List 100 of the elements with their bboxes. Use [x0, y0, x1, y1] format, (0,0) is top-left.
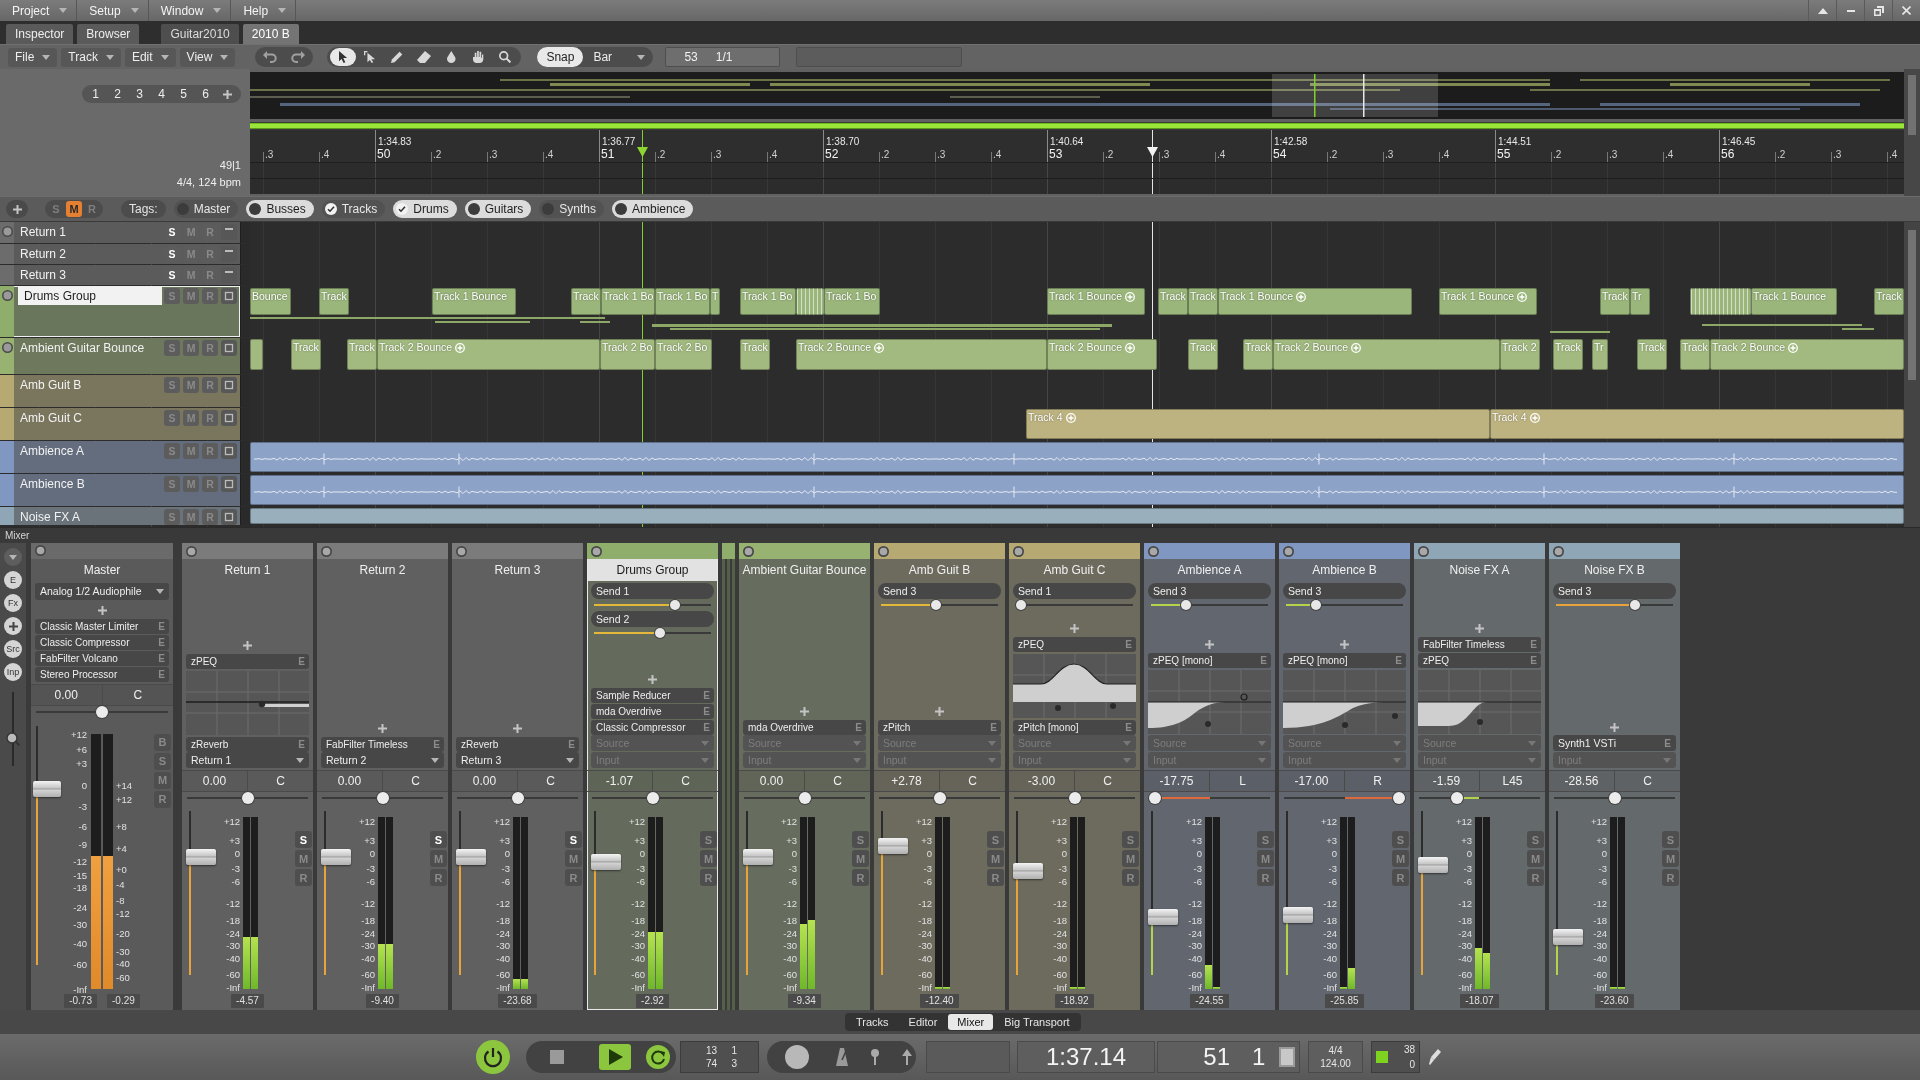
pan-knob[interactable]: [1149, 792, 1161, 804]
audio-clip[interactable]: Track: [1158, 288, 1188, 315]
audio-clip[interactable]: Track 2 Bounce: [796, 339, 1047, 370]
send-slot[interactable]: Send 1: [1013, 583, 1136, 599]
volume-value[interactable]: 0.00: [182, 771, 248, 791]
slider-knob[interactable]: [669, 600, 680, 610]
volume-fader[interactable]: [591, 811, 621, 975]
edit-button[interactable]: E: [1395, 655, 1402, 666]
audio-clip[interactable]: Track 1 Bo: [824, 288, 880, 315]
overview-minimap[interactable]: [250, 72, 1904, 119]
fader-cap[interactable]: [1013, 862, 1043, 879]
audio-clip[interactable]: Bounce: [250, 288, 291, 315]
edit-button[interactable]: E: [1530, 655, 1537, 666]
volume-fader[interactable]: [1283, 811, 1313, 975]
audio-clip[interactable]: Track 2 Bo: [655, 339, 712, 370]
audio-clip[interactable]: Track: [571, 288, 601, 315]
audio-clip[interactable]: Track: [740, 339, 770, 370]
pan-knob[interactable]: [1393, 792, 1405, 804]
record-arm-button[interactable]: R: [1527, 869, 1544, 886]
solo-button[interactable]: S: [700, 831, 717, 848]
mixer-panel-button[interactable]: Inp: [4, 663, 22, 681]
insert-slot[interactable]: Classic Compressor E: [591, 720, 714, 735]
circle-button-icon[interactable]: [1418, 545, 1429, 557]
tag-toggle[interactable]: Drums: [393, 200, 457, 218]
edit-button[interactable]: E: [158, 620, 165, 632]
solo-button[interactable]: S: [154, 752, 171, 770]
solo-button[interactable]: S: [1392, 831, 1409, 848]
arrangement-grid[interactable]: [0, 222, 1904, 527]
insert-slot[interactable]: zPEQ E: [1418, 653, 1541, 668]
play-icon[interactable]: [599, 1044, 631, 1070]
audio-clip[interactable]: Track: [1553, 339, 1583, 370]
timeline-ruler[interactable]: .3 .4 1:34.83 50 .2 .3 .4 1:36.77 51 .2 .3 .4 1:38.70 52 .2 .3 .4 1:40.64 53 .2 .3 .4 1:42.58 54 .2 .3 .4 1:44.51 55 .2 .3 .4 1:46.45 56 .2 .3 .4: [250, 130, 1904, 162]
pan-value[interactable]: C: [518, 771, 583, 791]
audio-clip[interactable]: Track 4: [1026, 409, 1490, 439]
record-arm-button[interactable]: R: [1662, 869, 1679, 886]
collapsed-channels[interactable]: [722, 543, 735, 1010]
up-arrow-icon[interactable]: [902, 1049, 912, 1065]
insert-slot[interactable]: FabFilter Timeless E: [1418, 637, 1541, 652]
edit-button[interactable]: E: [1260, 655, 1267, 666]
pan-knob[interactable]: [376, 792, 389, 804]
insert-slot[interactable]: zPEQ E: [1013, 637, 1136, 652]
volume-fader[interactable]: [33, 725, 61, 965]
fader-cap[interactable]: [878, 837, 908, 854]
mute-button[interactable]: M: [1122, 850, 1139, 867]
fader-cap[interactable]: [321, 849, 351, 866]
tag-toggle[interactable]: Tracks: [321, 200, 386, 218]
channel-strip[interactable]: Return 1 zPEQ E zReverb E Return 1 0.00 C +12 +3 0 -3 -6 -12 -18 -24 -30 -40 -60 -Inf S M R -4.57: [182, 543, 313, 1010]
record-arm-button[interactable]: R: [295, 869, 312, 886]
volume-value[interactable]: 0.00: [317, 771, 383, 791]
insert-slot[interactable]: mda Overdrive E: [591, 704, 714, 719]
edit-button[interactable]: E: [298, 739, 305, 750]
mute-button[interactable]: M: [1662, 850, 1679, 867]
solo-button[interactable]: S: [430, 831, 447, 848]
insert-slot[interactable]: Sample Reducer E: [591, 688, 714, 703]
volume-fader[interactable]: [186, 811, 216, 975]
view-tab[interactable]: Mixer: [948, 1014, 994, 1030]
insert-slot[interactable]: Classic Master Limiter E: [35, 618, 169, 634]
tag-toggle[interactable]: Ambience: [612, 200, 694, 218]
volume-fader[interactable]: [1553, 811, 1583, 975]
fader-cap[interactable]: [743, 849, 773, 866]
slider-knob[interactable]: [1310, 600, 1321, 610]
pan-knob[interactable]: [1608, 792, 1621, 804]
volume-fader[interactable]: [1013, 811, 1043, 975]
audio-clip[interactable]: Track: [1188, 288, 1218, 315]
slider-knob[interactable]: [1016, 600, 1026, 610]
audio-clip[interactable]: Track 1 Bo: [740, 288, 796, 315]
insert-slot[interactable]: FabFilter Timeless E: [321, 737, 444, 752]
locator-field[interactable]: [926, 1041, 1010, 1073]
menu-dropdown[interactable]: Edit: [124, 47, 176, 67]
menu-dropdown[interactable]: Track: [61, 47, 121, 67]
square-icon[interactable]: [221, 410, 237, 426]
timeline-range-bar[interactable]: [250, 122, 1904, 130]
record-arm-button[interactable]: R: [1392, 869, 1409, 886]
fader-cap[interactable]: [1418, 856, 1448, 873]
square-icon[interactable]: [221, 443, 237, 459]
playhead-icon[interactable]: [637, 147, 648, 157]
redo-icon[interactable]: [291, 51, 306, 63]
pan-knob[interactable]: [1450, 792, 1463, 804]
fader-cap[interactable]: [456, 849, 486, 866]
mute-button[interactable]: M: [700, 850, 717, 867]
solo-button[interactable]: S: [565, 831, 582, 848]
pan-knob[interactable]: [798, 792, 811, 804]
circle-toggle-icon[interactable]: [1, 290, 13, 301]
fader-cap[interactable]: [33, 781, 61, 798]
fader-cap[interactable]: [591, 853, 621, 870]
circle-button-icon[interactable]: [186, 545, 197, 557]
slider-knob[interactable]: [655, 628, 665, 638]
preset-button[interactable]: 1: [85, 86, 106, 102]
volume-fader[interactable]: [878, 811, 908, 975]
pan-knob[interactable]: [96, 705, 108, 718]
audio-clip[interactable]: Track: [347, 339, 377, 370]
send-slot[interactable]: Send 1: [591, 583, 714, 599]
solo-button[interactable]: S: [1662, 831, 1679, 848]
solo-button[interactable]: S: [1527, 831, 1544, 848]
marker-icon[interactable]: [1147, 147, 1158, 157]
square-icon[interactable]: [221, 377, 237, 393]
insert-slot[interactable]: zPitch [mono] E: [1013, 720, 1136, 735]
audio-clip[interactable]: Track 2: [1500, 339, 1540, 370]
channel-strip[interactable]: Return 3 zReverb E Return 3 0.00 C +12 +3 0 -3 -6 -12 -18 -24 -30 -40 -60 -Inf S M R -23.68: [452, 543, 583, 1010]
restore-icon[interactable]: [1873, 5, 1884, 16]
